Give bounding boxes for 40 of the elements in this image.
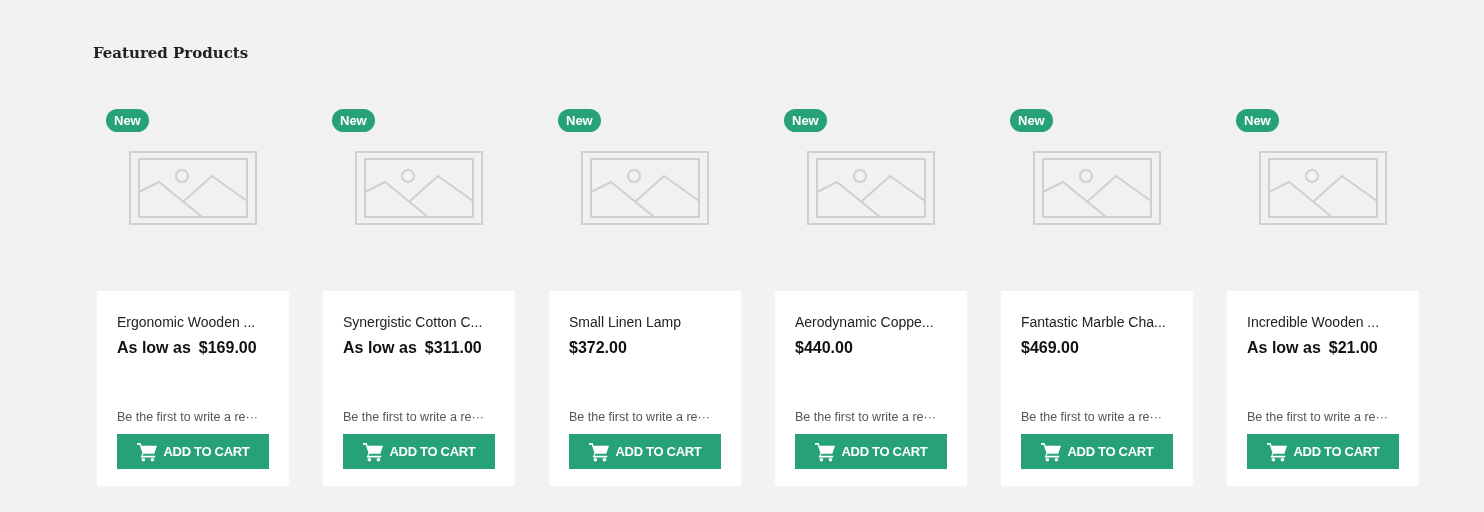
product-name[interactable]: Incredible Wooden ...: [1247, 314, 1399, 332]
image-icon: [355, 151, 483, 225]
cart-icon: [814, 441, 837, 462]
product-price: $440.00: [795, 339, 853, 357]
product-name[interactable]: Fantastic Marble Cha...: [1021, 314, 1173, 332]
review-link[interactable]: Be the first to write a re···: [795, 410, 947, 424]
review-link[interactable]: Be the first to write a re···: [569, 410, 721, 424]
image-icon: [1259, 151, 1387, 225]
cart-icon: [1040, 441, 1063, 462]
new-badge: New: [558, 109, 601, 132]
review-link[interactable]: Be the first to write a re···: [1247, 410, 1399, 424]
cart-icon: [136, 441, 159, 462]
new-badge: New: [106, 109, 149, 132]
product-price: $311.00: [424, 339, 482, 357]
product-name[interactable]: Ergonomic Wooden ...: [117, 314, 269, 332]
cart-icon: [588, 441, 611, 462]
image-icon: [581, 151, 709, 225]
review-link[interactable]: Be the first to write a re···: [117, 410, 269, 424]
product-name[interactable]: Synergistic Cotton C...: [343, 314, 495, 332]
product-price: $372.00: [569, 339, 627, 357]
product-name[interactable]: Small Linen Lamp: [569, 314, 721, 332]
price-label: As low as: [117, 339, 191, 357]
image-icon: [807, 151, 935, 225]
product-price: $469.00: [1021, 339, 1079, 357]
image-icon: [1033, 151, 1161, 225]
price-label: As low as: [343, 339, 417, 357]
review-link[interactable]: Be the first to write a re···: [1021, 410, 1173, 424]
image-icon: [129, 151, 257, 225]
section-heading: Featured Products: [93, 44, 250, 62]
new-badge: New: [784, 109, 827, 132]
new-badge: New: [1236, 109, 1279, 132]
product-name[interactable]: Aerodynamic Coppe...: [795, 314, 947, 332]
review-link[interactable]: Be the first to write a re···: [343, 410, 495, 424]
product-price: $21.00: [1328, 339, 1378, 357]
product-price: $169.00: [198, 339, 257, 357]
cart-icon: [1266, 441, 1289, 462]
price-label: As low as: [1247, 339, 1321, 357]
new-badge: New: [1010, 109, 1053, 132]
cart-icon: [362, 441, 385, 462]
new-badge: New: [332, 109, 375, 132]
